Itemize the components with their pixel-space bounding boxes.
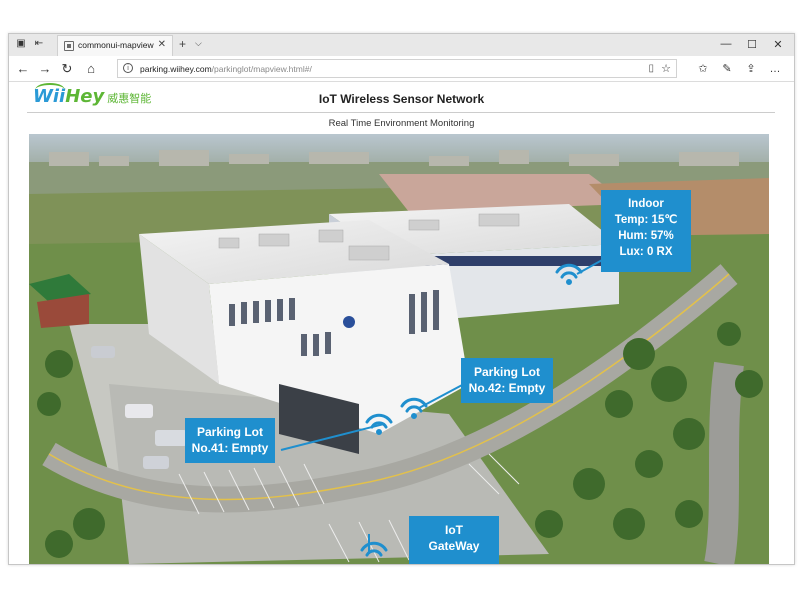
gateway-title: IoT	[445, 523, 463, 537]
home-icon[interactable]: ⌂	[83, 61, 99, 77]
new-tab-button[interactable]: +	[179, 37, 186, 51]
web-page: WiiHey 威惠智能 IoT Wireless Sensor Network R…	[9, 82, 794, 564]
tab-overview-icon[interactable]: ▣	[15, 38, 27, 50]
parking-lot-42-title: Parking Lot	[473, 365, 540, 379]
reading-view-icon[interactable]: ▯	[648, 63, 654, 74]
back-arrow-icon[interactable]: ←	[15, 61, 31, 77]
notes-pen-icon[interactable]: ✎	[719, 61, 735, 77]
favorite-star-icon[interactable]: ☆	[661, 62, 671, 75]
iot-gateway-panel[interactable]: IoT GateWay	[409, 516, 499, 564]
parking-lot-41-title: Parking Lot	[196, 425, 263, 439]
more-menu-icon[interactable]: …	[767, 61, 783, 77]
share-icon[interactable]: ⇪	[743, 61, 759, 77]
browser-window: ▣ ⇤ commonui-mapview ✕ + ⌵ — ☐ ✕ ← → ↻ ⌂…	[8, 33, 795, 565]
parking-lot-42-status: No.42: Empty	[468, 381, 546, 395]
tab-commonui-mapview[interactable]: commonui-mapview ✕	[57, 35, 173, 56]
indoor-temperature: Temp: 15℃	[614, 214, 678, 226]
url-text[interactable]: parking.wiihey.com/parkinglot/mapview.ht…	[140, 64, 312, 74]
tab-bar: ▣ ⇤ commonui-mapview ✕ + ⌵ — ☐ ✕	[9, 34, 794, 56]
forward-arrow-icon[interactable]: →	[37, 61, 53, 77]
maximize-icon[interactable]: ☐	[745, 38, 759, 51]
navigation-bar: ← → ↻ ⌂ i parking.wiihey.com/parkinglot/…	[9, 56, 794, 82]
site-info-icon[interactable]: i	[123, 63, 133, 73]
parking-lot-41-panel[interactable]: Parking Lot No.41: Empty	[185, 418, 275, 463]
tab-back-icon[interactable]: ⇤	[33, 38, 45, 50]
page-title: IoT Wireless Sensor Network	[318, 92, 485, 106]
address-bar[interactable]: i parking.wiihey.com/parkinglot/mapview.…	[117, 59, 677, 78]
parking-lot-42-panel[interactable]: Parking Lot No.42: Empty	[461, 358, 553, 403]
indoor-lux: Lux: 0 RX	[619, 246, 673, 258]
indoor-label: Indoor	[628, 198, 664, 210]
tab-list-chevron-icon[interactable]: ⌵	[195, 38, 202, 49]
page-subtitle: Real Time Environment Monitoring	[328, 118, 475, 129]
gateway-label: GateWay	[428, 539, 480, 553]
indoor-sensor-panel[interactable]: Indoor Temp: 15℃ Hum: 57% Lux: 0 RX	[601, 190, 691, 272]
close-window-icon[interactable]: ✕	[771, 38, 785, 51]
page-favicon-icon	[64, 41, 74, 51]
favorites-hub-icon[interactable]: ✩	[695, 61, 711, 77]
aerial-map-view[interactable]: Indoor Temp: 15℃ Hum: 57% Lux: 0 RX Park…	[29, 134, 769, 564]
indoor-humidity: Hum: 57%	[618, 230, 674, 242]
parking-lot-41-status: No.41: Empty	[191, 441, 269, 455]
header-divider	[27, 112, 775, 113]
refresh-icon[interactable]: ↻	[59, 61, 75, 77]
tab-title: commonui-mapview	[78, 40, 154, 50]
close-tab-icon[interactable]: ✕	[158, 39, 166, 50]
minimize-icon[interactable]: —	[719, 38, 733, 50]
